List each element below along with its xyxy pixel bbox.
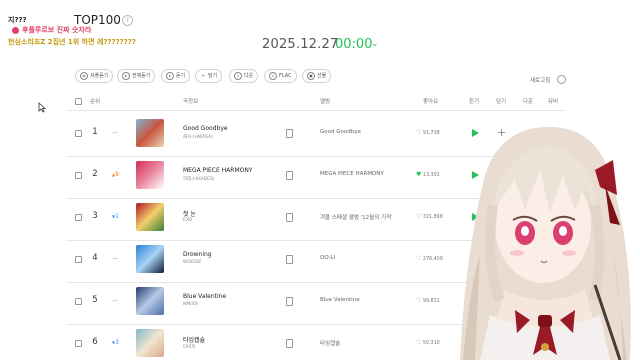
row-rank: 2 bbox=[92, 169, 98, 179]
header-likes: 좋아요 bbox=[423, 99, 439, 105]
header-download: 다운 bbox=[523, 99, 534, 105]
album-art-thumbnail[interactable] bbox=[136, 203, 164, 231]
play-icon: ▸ bbox=[166, 71, 174, 80]
rank-change-indicator: ▲9 bbox=[112, 171, 119, 178]
row-rank: 6 bbox=[92, 337, 98, 347]
gift-icon: ▣ bbox=[307, 71, 315, 80]
song-info-icon[interactable] bbox=[286, 339, 293, 348]
header-rank: 순위 bbox=[90, 99, 101, 105]
song-info-icon[interactable] bbox=[286, 171, 293, 180]
play-all-button[interactable]: ▸ 전체듣기 bbox=[117, 69, 156, 83]
artist-name[interactable]: WOODZ bbox=[183, 260, 201, 265]
song-title[interactable]: Drowning bbox=[183, 251, 212, 258]
artist-name[interactable]: NMIXX bbox=[183, 302, 198, 307]
like-button[interactable]: ♡ 50,310 bbox=[416, 339, 440, 346]
album-name[interactable]: OO-LI bbox=[320, 255, 335, 261]
heart-icon: ♡ bbox=[416, 339, 422, 346]
heart-icon: ♡ bbox=[416, 255, 422, 262]
row-rank: 5 bbox=[92, 295, 98, 305]
rank-change-indicator: — bbox=[112, 255, 118, 262]
song-info-icon[interactable] bbox=[286, 297, 293, 306]
song-info-icon[interactable] bbox=[286, 129, 293, 138]
album-name[interactable]: Good Goodbye bbox=[320, 129, 361, 135]
row-checkbox[interactable] bbox=[75, 256, 82, 263]
album-name[interactable]: 겨울 스페셜 앨범 '12월의 기적' bbox=[320, 213, 393, 221]
row-checkbox[interactable] bbox=[75, 130, 82, 137]
refresh-label[interactable]: 새로고침 bbox=[530, 76, 550, 84]
shuffle-play-button[interactable]: ⇄ 셔플듣기 bbox=[75, 69, 114, 83]
heart-icon: ♡ bbox=[416, 213, 422, 220]
header-album: 앨범 bbox=[320, 99, 331, 105]
song-title[interactable]: 첫 눈 bbox=[183, 209, 196, 218]
header-add: 담기 bbox=[496, 99, 507, 105]
row-checkbox[interactable] bbox=[75, 172, 82, 179]
album-name[interactable]: Blue Valentine bbox=[320, 297, 360, 303]
shuffle-icon: ⇄ bbox=[80, 71, 88, 80]
download-icon: ↓ bbox=[234, 71, 242, 80]
like-button[interactable]: ♡ 276,409 bbox=[416, 255, 443, 262]
rank-change-indicator: — bbox=[112, 297, 118, 304]
row-rank: 3 bbox=[92, 211, 98, 221]
song-title[interactable]: Good Goodbye bbox=[183, 125, 228, 132]
album-art-thumbnail[interactable] bbox=[136, 119, 164, 147]
header-song-info: 곡정보 bbox=[183, 99, 199, 105]
like-button[interactable]: ♥ 13,302 bbox=[416, 171, 440, 178]
page-title: TOP100 bbox=[74, 13, 121, 27]
heart-icon: ♡ bbox=[416, 129, 422, 136]
artist-name[interactable]: EXO bbox=[183, 218, 192, 223]
vtuber-avatar-illustration bbox=[460, 126, 631, 360]
overlay-chat-line-3: 헌심소리죠Z 2집년 1위 하면 레???????? bbox=[8, 38, 136, 46]
row-rank: 4 bbox=[92, 253, 98, 263]
song-info-icon[interactable] bbox=[286, 255, 293, 264]
album-art-thumbnail[interactable] bbox=[136, 161, 164, 189]
mouse-cursor-icon bbox=[38, 102, 46, 113]
row-checkbox[interactable] bbox=[75, 214, 82, 221]
header-video: 뮤비 bbox=[548, 99, 559, 105]
like-button[interactable]: ♡ 99,831 bbox=[416, 297, 440, 304]
rank-change-indicator: — bbox=[112, 129, 118, 136]
question-mark-icon[interactable]: ? bbox=[122, 15, 133, 26]
chart-time-selector[interactable]: 00:00 bbox=[335, 37, 372, 52]
header-divider bbox=[66, 110, 566, 111]
row-checkbox[interactable] bbox=[75, 298, 82, 305]
header-listen: 듣기 bbox=[469, 99, 480, 105]
album-art-thumbnail[interactable] bbox=[136, 245, 164, 273]
play-button[interactable]: ▸ 듣기 bbox=[161, 69, 191, 83]
download-icon: ↓ bbox=[269, 71, 277, 80]
overlay-chat-line-2: 후플루르보 진짜 숫자라 bbox=[22, 26, 92, 34]
play-all-icon: ▸ bbox=[122, 71, 130, 80]
heart-badge-icon bbox=[12, 27, 19, 34]
like-button[interactable]: ♡ 91,738 bbox=[416, 129, 440, 136]
select-all-checkbox[interactable] bbox=[75, 98, 82, 105]
overlay-chat-line-1: 지??? bbox=[8, 16, 27, 24]
plus-icon: + bbox=[201, 72, 205, 78]
gift-button[interactable]: ▣ 선물 bbox=[302, 69, 332, 83]
song-title[interactable]: 타임캡슐 bbox=[183, 335, 205, 344]
artist-name[interactable]: 화사 (HWASA) bbox=[183, 134, 213, 140]
add-to-playlist-button[interactable]: + 담기 bbox=[195, 69, 223, 83]
album-art-thumbnail[interactable] bbox=[136, 329, 164, 357]
row-rank: 1 bbox=[92, 127, 98, 137]
album-name[interactable]: 타임캡슐 bbox=[320, 339, 340, 347]
chevron-down-icon[interactable]: ⌄ bbox=[371, 39, 379, 49]
song-title[interactable]: MEGA PIECE HARMONY bbox=[183, 167, 253, 174]
flac-download-button[interactable]: ↓ FLAC bbox=[264, 69, 297, 83]
album-name[interactable]: MEGA PIECE HARMONY bbox=[320, 171, 384, 177]
artist-name[interactable]: 하데스(HADES) bbox=[183, 176, 215, 182]
row-checkbox[interactable] bbox=[75, 340, 82, 347]
heart-icon: ♡ bbox=[416, 297, 422, 304]
artist-name[interactable]: 다비치 bbox=[183, 344, 195, 350]
heart-icon: ♥ bbox=[416, 171, 422, 178]
refresh-icon[interactable] bbox=[557, 75, 566, 84]
song-title[interactable]: Blue Valentine bbox=[183, 293, 226, 300]
rank-change-indicator: ▼3 bbox=[112, 339, 119, 346]
album-art-thumbnail[interactable] bbox=[136, 287, 164, 315]
song-info-icon[interactable] bbox=[286, 213, 293, 222]
rank-change-indicator: ▼1 bbox=[112, 213, 119, 220]
download-button[interactable]: ↓ 다운 bbox=[229, 69, 259, 83]
like-button[interactable]: ♡ 321,898 bbox=[416, 213, 443, 220]
chart-date: 2025.12.27 bbox=[262, 37, 339, 52]
